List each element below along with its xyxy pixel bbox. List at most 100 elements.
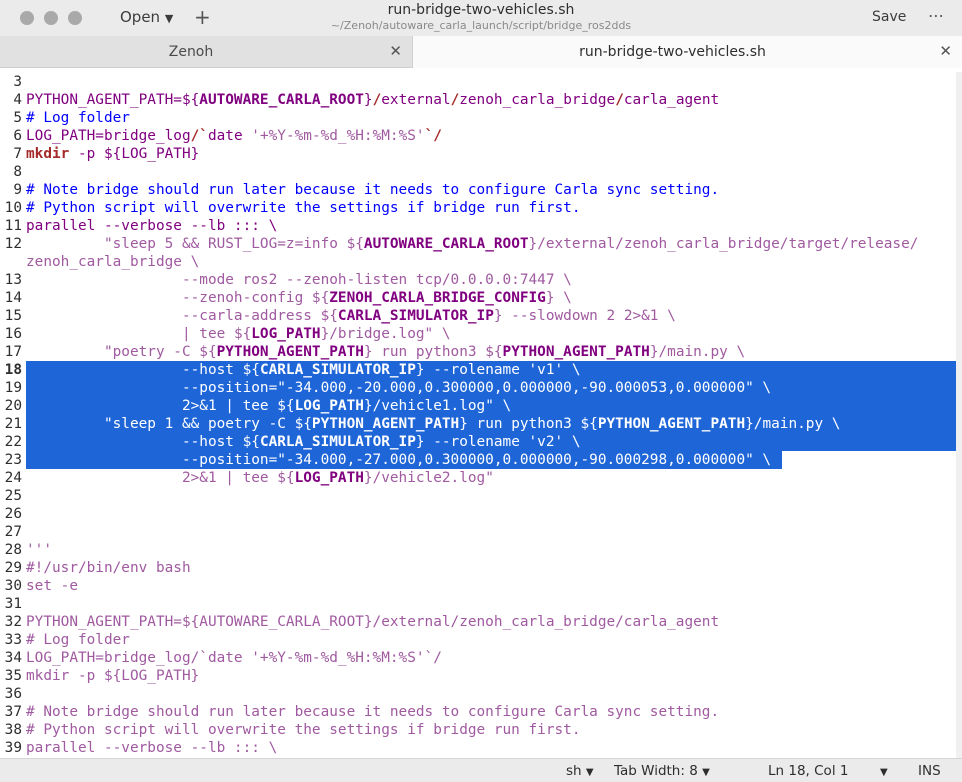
code-token: LOG_PATH xyxy=(251,326,321,342)
tab-width-label: Tab Width: 8 xyxy=(614,763,698,779)
code-line[interactable]: 11 parallel --verbose --lb ::: \ xyxy=(0,217,962,235)
tab-label: Zenoh xyxy=(168,44,214,60)
code-line[interactable]: 16 | tee ${LOG_PATH}/bridge.log" \ xyxy=(0,325,962,343)
code-line[interactable]: 27 xyxy=(0,523,962,541)
code-text: --host ${CARLA_SIMULATOR_IP} --rolename … xyxy=(26,433,581,451)
tab-run-bridge[interactable]: run-bridge-two-vehicles.sh ✕ xyxy=(412,36,962,68)
code-token: "sleep 1 && poetry -C xyxy=(26,416,295,432)
code-text: --position="-34.000,-27.000,0.300000,0.0… xyxy=(26,451,771,469)
text-editor[interactable]: 3 4 PYTHON_AGENT_PATH=${AUTOWARE_CARLA_ROO… xyxy=(0,72,962,758)
scrollbar[interactable] xyxy=(956,72,962,758)
code-line[interactable]: 9 # Note bridge should run later because … xyxy=(0,181,962,199)
code-token: # Log folder xyxy=(26,110,130,126)
code-line[interactable]: zenoh_carla_bridge \ xyxy=(0,253,962,271)
code-line[interactable]: 35 mkdir -p ${LOG_PATH} xyxy=(0,667,962,685)
code-line[interactable]: 14 --zenoh-config ${ZENOH_CARLA_BRIDGE_C… xyxy=(0,289,962,307)
code-line[interactable]: 19 --position="-34.000,-20.000,0.300000,… xyxy=(0,379,962,397)
code-text: # Log folder xyxy=(26,109,130,127)
code-token: zenoh_carla_bridge \ xyxy=(26,254,200,270)
code-token: ${ xyxy=(199,344,217,360)
line-number: 6 xyxy=(13,128,22,144)
close-icon[interactable]: ✕ xyxy=(389,42,402,60)
code-token: } --slowdown 2 2>&1 \ xyxy=(493,308,676,324)
line-number: 15 xyxy=(4,308,22,324)
code-token: AUTOWARE_CARLA_ROOT xyxy=(363,236,529,252)
save-button[interactable]: Save xyxy=(872,9,906,25)
code-token: / xyxy=(433,128,442,144)
line-number: 13 xyxy=(4,272,22,288)
cursor-position[interactable]: Ln 18, Col 1 xyxy=(768,763,848,779)
code-token: } xyxy=(363,92,373,108)
window-subtitle: ~/Zenoh/autoware_carla_launch/script/bri… xyxy=(330,19,632,32)
code-token: } --rolename 'v1' \ xyxy=(415,362,581,378)
line-number: 4 xyxy=(13,92,22,108)
code-line[interactable]: 28 ''' xyxy=(0,541,962,559)
line-number: 19 xyxy=(4,380,22,396)
code-line[interactable]: 29 #!/usr/bin/env bash xyxy=(0,559,962,577)
chevron-down-icon[interactable]: ▼ xyxy=(880,763,888,779)
code-line[interactable]: 25 xyxy=(0,487,962,505)
code-token: LOG_PATH xyxy=(294,470,364,486)
code-token: parallel --verbose --lb ::: \ xyxy=(26,740,278,756)
code-line[interactable]: 13 --mode ros2 --zenoh-listen tcp/0.0.0.… xyxy=(0,271,962,289)
code-token: / xyxy=(450,92,460,108)
code-line[interactable]: 26 xyxy=(0,505,962,523)
code-token: set -e xyxy=(26,578,78,594)
code-line[interactable]: 18 --host ${CARLA_SIMULATOR_IP} --rolena… xyxy=(0,361,962,379)
code-line[interactable]: 31 xyxy=(0,595,962,613)
code-token: ` xyxy=(199,128,208,144)
code-line[interactable]: 6 LOG_PATH=bridge_log/`date '+%Y-%m-%d_%H… xyxy=(0,127,962,145)
tab-width-selector[interactable]: Tab Width: 8 ▼ xyxy=(614,763,710,779)
line-number: 21 xyxy=(4,416,22,432)
code-text: ''' xyxy=(26,541,52,559)
code-line[interactable]: 23 --position="-34.000,-27.000,0.300000,… xyxy=(0,451,962,469)
code-token: --carla-address xyxy=(26,308,321,324)
line-number: 11 xyxy=(4,218,22,234)
code-line[interactable]: 7 mkdir -p ${LOG_PATH} xyxy=(0,145,962,163)
language-selector[interactable]: sh ▼ xyxy=(566,763,594,779)
code-line[interactable]: 17 "poetry -C ${PYTHON_AGENT_PATH} run p… xyxy=(0,343,962,361)
code-token: --position="-34.000,-27.000,0.300000,0.0… xyxy=(26,452,772,468)
code-token: "sleep 5 && RUST_LOG=z=info xyxy=(26,236,347,252)
chevron-down-icon: ▼ xyxy=(585,767,594,778)
line-number: 26 xyxy=(4,506,22,522)
code-line[interactable]: 34 LOG_PATH=bridge_log/`date '+%Y-%m-%d_%… xyxy=(0,649,962,667)
code-line[interactable]: 30 set -e xyxy=(0,577,962,595)
code-token: '+%Y-%m-%d_%H:%M:%S' xyxy=(251,128,425,144)
code-line[interactable]: 33 # Log folder xyxy=(0,631,962,649)
line-number: 39 xyxy=(4,740,22,756)
code-line[interactable]: 22 --host ${CARLA_SIMULATOR_IP} --rolena… xyxy=(0,433,962,451)
code-line[interactable]: 12 "sleep 5 && RUST_LOG=z=info ${AUTOWAR… xyxy=(0,235,962,253)
code-line[interactable]: 38 # Python script will overwrite the set… xyxy=(0,721,962,739)
code-line[interactable]: 15 --carla-address ${CARLA_SIMULATOR_IP}… xyxy=(0,307,962,325)
line-number: 3 xyxy=(13,74,22,90)
code-token: ${ xyxy=(311,290,330,306)
code-line[interactable]: 36 xyxy=(0,685,962,703)
code-line[interactable]: 21 "sleep 1 && poetry -C ${PYTHON_AGENT_… xyxy=(0,415,962,433)
tab-zenoh[interactable]: Zenoh ✕ xyxy=(0,36,412,68)
code-text: 2>&1 | tee ${LOG_PATH}/vehicle1.log" \ xyxy=(26,397,511,415)
code-token: mkdir -p ${LOG_PATH} xyxy=(26,668,200,684)
code-token: LOG_PATH xyxy=(294,398,364,414)
code-token: PYTHON_AGENT_PATH=${AUTOWARE_CARLA_ROOT}… xyxy=(26,614,720,630)
code-token: date xyxy=(207,128,252,144)
close-icon[interactable]: ✕ xyxy=(939,42,952,60)
code-line[interactable]: 20 2>&1 | tee ${LOG_PATH}/vehicle1.log" … xyxy=(0,397,962,415)
code-token: parallel --verbose --lb ::: \ xyxy=(26,218,278,234)
code-token: ZENOH_CARLA_BRIDGE_CONFIG xyxy=(329,290,546,306)
tab-bar: Zenoh ✕ run-bridge-two-vehicles.sh ✕ xyxy=(0,36,962,68)
code-line[interactable]: 37 # Note bridge should run later because… xyxy=(0,703,962,721)
code-line[interactable]: 10 # Python script will overwrite the set… xyxy=(0,199,962,217)
code-token: carla_agent xyxy=(623,92,720,108)
code-token: ${ xyxy=(485,344,503,360)
code-line[interactable]: 4 PYTHON_AGENT_PATH=${AUTOWARE_CARLA_ROOT… xyxy=(0,91,962,109)
code-line[interactable]: 32 PYTHON_AGENT_PATH=${AUTOWARE_CARLA_ROO… xyxy=(0,613,962,631)
code-line[interactable]: 39 parallel --verbose --lb ::: \ xyxy=(0,739,962,757)
code-line[interactable]: 24 2>&1 | tee ${LOG_PATH}/vehicle2.log" xyxy=(0,469,962,487)
menu-icon[interactable]: ⋯ xyxy=(928,6,944,25)
line-number: 37 xyxy=(4,704,22,720)
code-text: # Python script will overwrite the setti… xyxy=(26,721,581,739)
code-line[interactable]: 8 xyxy=(0,163,962,181)
code-line[interactable]: 3 xyxy=(0,73,962,91)
code-line[interactable]: 5 # Log folder xyxy=(0,109,962,127)
